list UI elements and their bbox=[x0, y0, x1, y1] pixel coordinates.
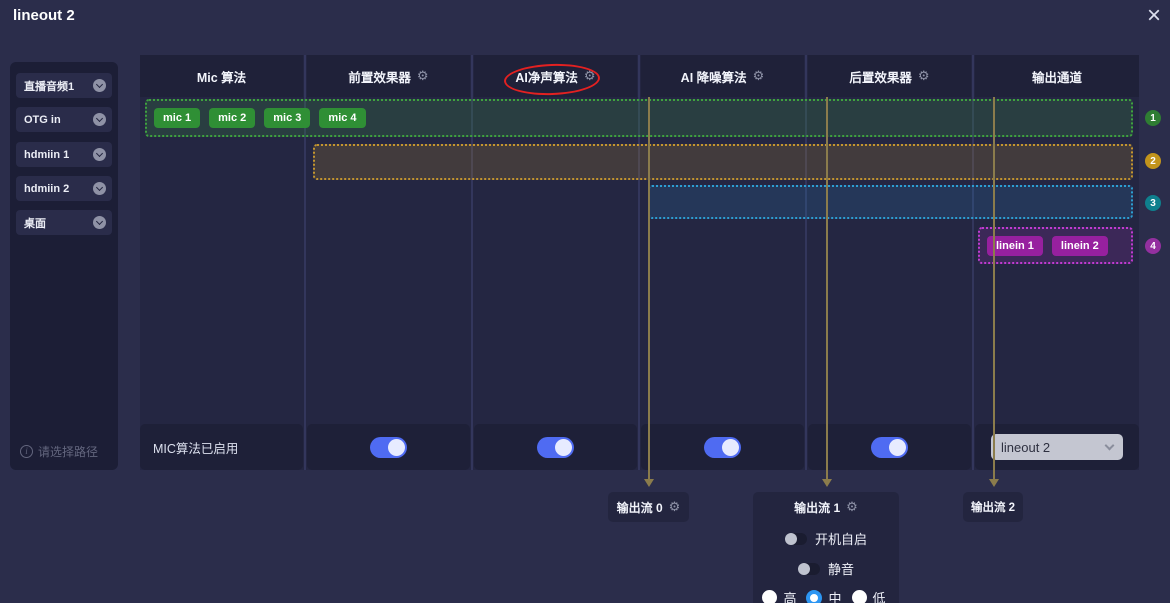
mic-chip[interactable]: mic 3 bbox=[264, 108, 311, 128]
column-header-label: AI 降噪算法 bbox=[680, 70, 747, 85]
stream-arrow-0 bbox=[644, 479, 654, 487]
chevron-down-icon[interactable] bbox=[93, 148, 106, 161]
level-mid-radio[interactable] bbox=[806, 589, 823, 603]
linein-chip[interactable]: linein 1 bbox=[987, 235, 1043, 256]
output-stream-1[interactable]: 输出流 1 ⚙ bbox=[753, 492, 899, 522]
chevron-down-icon[interactable] bbox=[93, 216, 106, 229]
output-channel-dropdown-value: lineout 2 bbox=[1001, 439, 1051, 455]
post-effects-toggle[interactable] bbox=[871, 436, 908, 458]
level-high-label: 高 bbox=[783, 591, 797, 603]
routing-row-3[interactable] bbox=[648, 185, 1133, 219]
level-mid-label: 中 bbox=[828, 591, 842, 603]
post-effects-toggle-cell bbox=[808, 424, 971, 470]
linein-chip[interactable]: linein 2 bbox=[1051, 235, 1108, 256]
channel-badge-1: 1 bbox=[1145, 110, 1161, 126]
source-sidebar: 直播音频1 OTG in hdmiin 1 hdmiin 2 桌面 i 请选择路… bbox=[10, 62, 118, 470]
select-path-hint-label: 请选择路径 bbox=[38, 445, 99, 459]
output-stream-0[interactable]: 输出流 0 ⚙ bbox=[608, 492, 689, 522]
info-icon: i bbox=[20, 445, 33, 458]
sidebar-item-desktop[interactable]: 桌面 bbox=[16, 210, 112, 235]
output-stream-0-label: 输出流 0 bbox=[616, 500, 663, 515]
channel-badge-4: 4 bbox=[1145, 238, 1161, 254]
gear-icon[interactable]: ⚙ bbox=[669, 499, 681, 515]
sidebar-item-label: hdmiin 2 bbox=[24, 182, 70, 195]
column-header-label: 输出通道 bbox=[1031, 70, 1082, 85]
ai-denoise-toggle[interactable] bbox=[704, 436, 741, 458]
stream-line-0 bbox=[648, 97, 650, 480]
gear-icon[interactable]: ⚙ bbox=[417, 68, 429, 84]
column-header-label: Mic 算法 bbox=[196, 70, 247, 85]
level-low-label: 低 bbox=[872, 591, 886, 603]
close-icon[interactable]: × bbox=[1139, 2, 1169, 32]
chevron-down-icon[interactable] bbox=[93, 113, 106, 126]
ai-denoise-toggle-cell bbox=[641, 424, 804, 470]
autostart-label: 开机自启 bbox=[814, 532, 867, 547]
ai-voice-clean-toggle-cell bbox=[474, 424, 637, 470]
column-header-label: 后置效果器 bbox=[849, 70, 912, 85]
sidebar-item-label: OTG in bbox=[24, 113, 61, 126]
sidebar-item-live-audio[interactable]: 直播音频1 bbox=[16, 73, 112, 98]
mic-chip[interactable]: mic 4 bbox=[319, 108, 366, 128]
chevron-down-icon bbox=[1104, 440, 1115, 450]
output-channel-cell: lineout 2 bbox=[975, 424, 1139, 470]
sidebar-item-label: 桌面 bbox=[24, 217, 46, 230]
column-header-mic-algo: Mic 算法 bbox=[140, 55, 303, 97]
pre-effects-toggle[interactable] bbox=[370, 436, 407, 458]
mic-algo-status: MIC算法已启用 bbox=[140, 424, 303, 470]
stream-line-1 bbox=[826, 97, 828, 480]
column-header-post-effects: 后置效果器 ⚙ bbox=[808, 55, 971, 97]
chevron-down-icon[interactable] bbox=[93, 79, 106, 92]
autostart-toggle[interactable] bbox=[784, 532, 807, 545]
ai-voice-clean-toggle[interactable] bbox=[537, 436, 574, 458]
processing-grid: Mic 算法 前置效果器 ⚙ AI净声算法 ⚙ AI 降噪算法 ⚙ 后置效果器 … bbox=[140, 55, 1139, 470]
column-header-label: AI净声算法 bbox=[515, 70, 578, 85]
autostart-option: 开机自启 bbox=[753, 529, 899, 548]
sidebar-item-otg-in[interactable]: OTG in bbox=[16, 107, 112, 132]
mic-algo-status-label: MIC算法已启用 bbox=[153, 441, 239, 456]
sidebar-item-label: 直播音频1 bbox=[24, 80, 75, 93]
column-header-label: 前置效果器 bbox=[348, 70, 411, 85]
sidebar-item-hdmiin-2[interactable]: hdmiin 2 bbox=[16, 176, 112, 201]
channel-badge-2: 2 bbox=[1145, 153, 1161, 169]
level-low-radio[interactable] bbox=[851, 590, 867, 603]
sidebar-item-label: hdmiin 1 bbox=[24, 148, 70, 161]
output-stream-2[interactable]: 输出流 2 bbox=[963, 492, 1023, 522]
column-header-ai-denoise: AI 降噪算法 ⚙ bbox=[641, 55, 804, 97]
chevron-down-icon[interactable] bbox=[93, 182, 106, 195]
gear-icon[interactable]: ⚙ bbox=[584, 68, 596, 84]
stream-line-2 bbox=[993, 97, 995, 480]
mic-chip[interactable]: mic 2 bbox=[209, 108, 256, 128]
column-header-pre-effects: 前置效果器 ⚙ bbox=[307, 55, 470, 97]
column-header-output-channel: 输出通道 bbox=[975, 55, 1139, 97]
gear-icon[interactable]: ⚙ bbox=[753, 68, 765, 84]
mic-chip[interactable]: mic 1 bbox=[154, 108, 201, 128]
stream-arrow-2 bbox=[989, 479, 999, 487]
lineout-dialog: lineout 2 × 直播音频1 OTG in hdmiin 1 hdmiin… bbox=[0, 0, 1170, 603]
gear-icon[interactable]: ⚙ bbox=[846, 499, 858, 515]
stream-arrow-1 bbox=[822, 479, 832, 487]
level-high-radio[interactable] bbox=[762, 590, 778, 603]
routing-row-2[interactable] bbox=[313, 144, 1133, 180]
output-channel-dropdown[interactable]: lineout 2 bbox=[991, 434, 1123, 460]
output-stream-1-label: 输出流 1 bbox=[794, 500, 841, 515]
mute-toggle[interactable] bbox=[797, 562, 820, 575]
routing-row-4[interactable]: linein 1 linein 2 bbox=[978, 227, 1133, 264]
pre-effects-toggle-cell bbox=[307, 424, 470, 470]
gear-icon[interactable]: ⚙ bbox=[918, 68, 930, 84]
select-path-hint: i 请选择路径 bbox=[20, 443, 98, 460]
output-stream-2-label: 输出流 2 bbox=[970, 502, 1016, 514]
column-header-ai-voice-clean: AI净声算法 ⚙ bbox=[474, 55, 637, 97]
output-stream-1-panel: 输出流 1 ⚙ 开机自启 静音 高 中 低 bbox=[753, 492, 899, 603]
mute-option: 静音 bbox=[753, 559, 899, 578]
routing-row-1[interactable]: mic 1 mic 2 mic 3 mic 4 bbox=[145, 99, 1133, 137]
mute-label: 静音 bbox=[827, 562, 854, 577]
channel-badge-3: 3 bbox=[1145, 195, 1161, 211]
level-radio-group: 高 中 低 bbox=[753, 588, 899, 603]
sidebar-item-hdmiin-1[interactable]: hdmiin 1 bbox=[16, 142, 112, 167]
page-title: lineout 2 bbox=[13, 7, 75, 24]
